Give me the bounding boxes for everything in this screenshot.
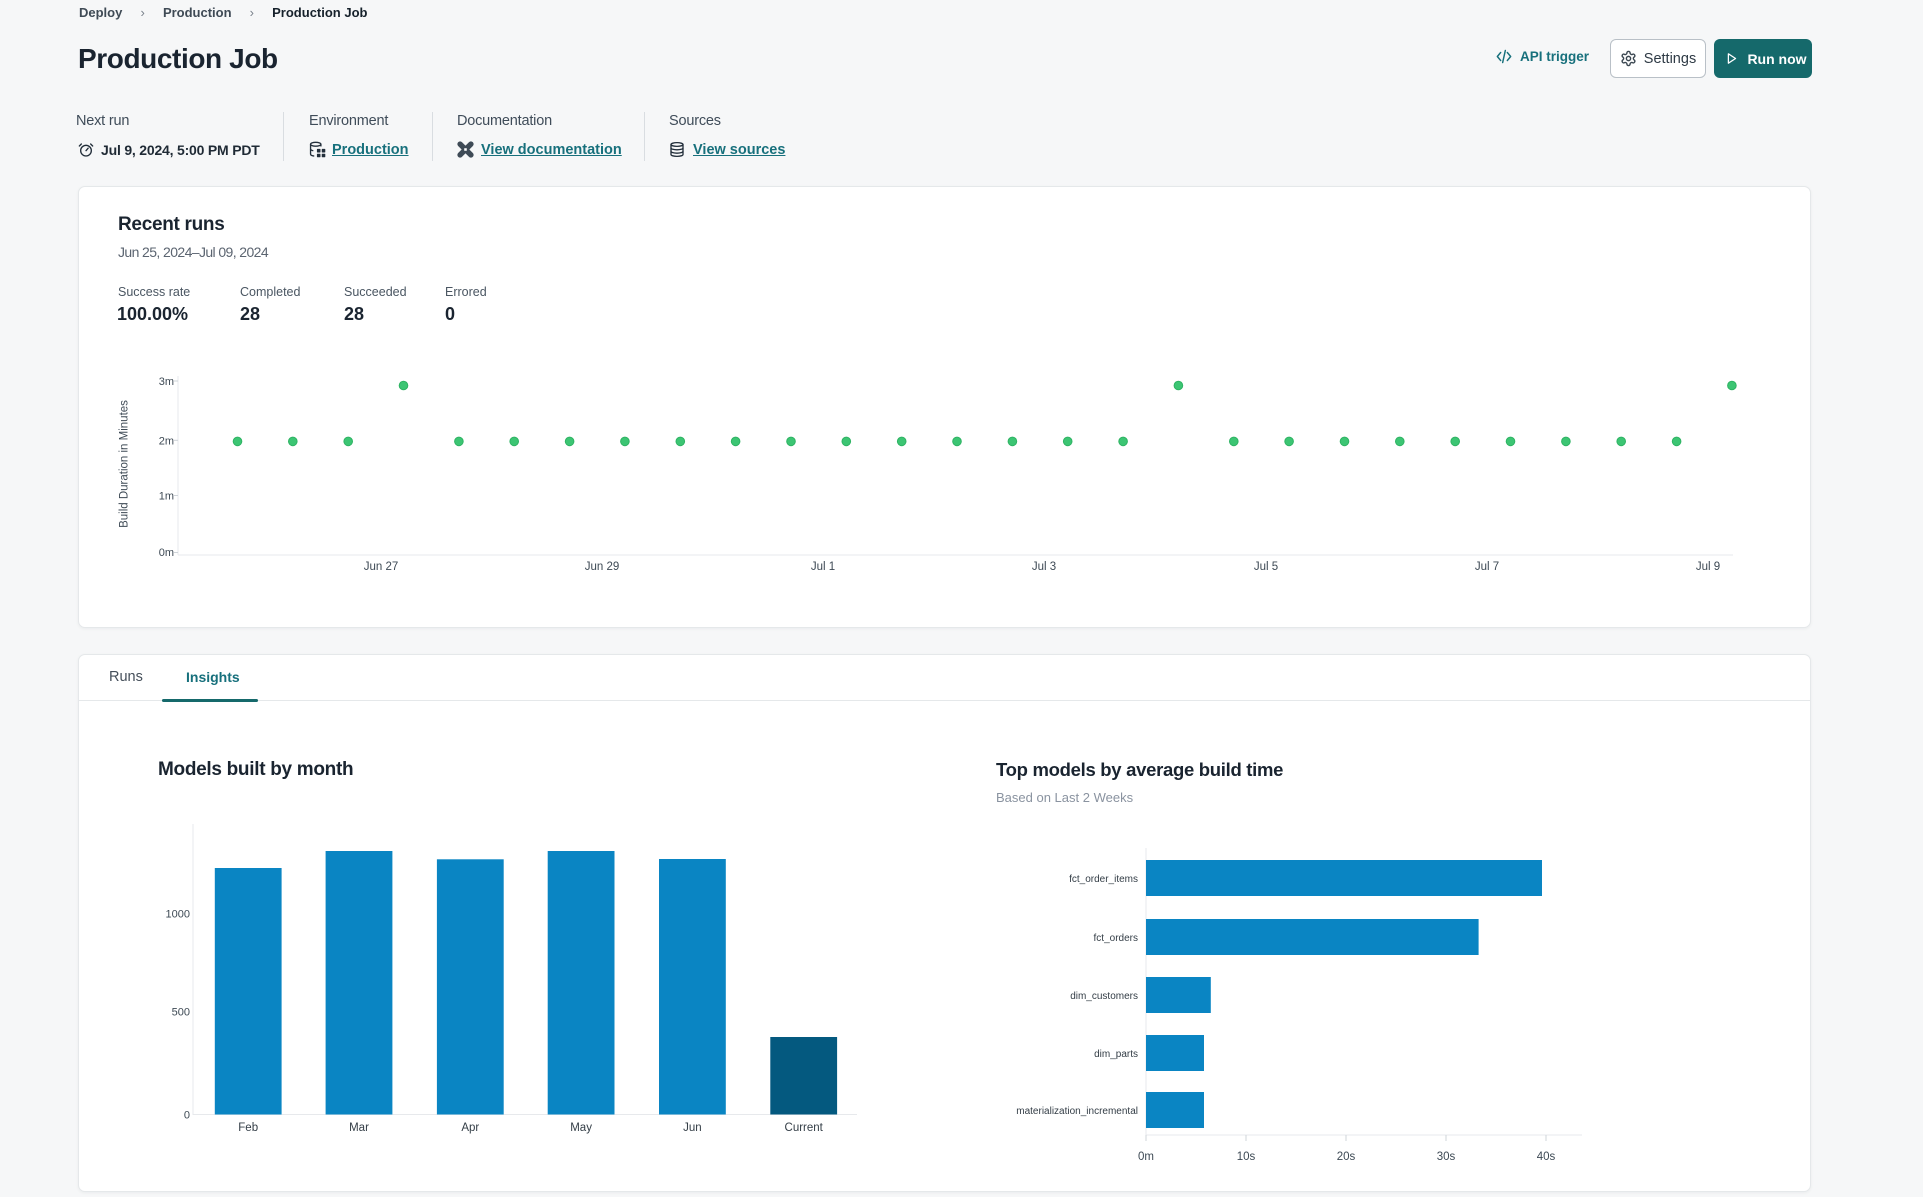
svg-text:fct_order_items: fct_order_items	[1069, 874, 1138, 885]
svg-text:Current: Current	[785, 1122, 824, 1134]
svg-text:1000: 1000	[166, 909, 190, 921]
svg-text:dim_customers: dim_customers	[1070, 991, 1138, 1002]
svg-text:Jul 1: Jul 1	[811, 561, 835, 573]
svg-text:Feb: Feb	[238, 1122, 258, 1134]
svg-text:40s: 40s	[1537, 1151, 1556, 1163]
svg-text:May: May	[570, 1122, 592, 1134]
svg-text:20s: 20s	[1337, 1151, 1356, 1163]
svg-text:Jul 7: Jul 7	[1475, 561, 1499, 573]
svg-text:dim_parts: dim_parts	[1094, 1049, 1138, 1060]
svg-text:Mar: Mar	[349, 1122, 369, 1134]
svg-text:Jun: Jun	[683, 1122, 702, 1134]
svg-text:fct_orders: fct_orders	[1094, 933, 1138, 944]
svg-text:Jul 3: Jul 3	[1032, 561, 1056, 573]
svg-text:Apr: Apr	[461, 1122, 479, 1134]
svg-text:30s: 30s	[1437, 1151, 1456, 1163]
svg-text:10s: 10s	[1237, 1151, 1256, 1163]
svg-text:500: 500	[172, 1007, 190, 1019]
svg-text:0m: 0m	[159, 547, 174, 559]
svg-text:Jun 27: Jun 27	[364, 561, 399, 573]
svg-text:Jul 9: Jul 9	[1696, 561, 1720, 573]
svg-text:0: 0	[184, 1110, 190, 1122]
svg-text:Jul 5: Jul 5	[1254, 561, 1278, 573]
svg-text:materialization_incremental: materialization_incremental	[1016, 1106, 1138, 1117]
svg-text:3m: 3m	[159, 376, 174, 388]
svg-text:Jun 29: Jun 29	[585, 561, 620, 573]
svg-text:0m: 0m	[1138, 1151, 1154, 1163]
svg-text:2m: 2m	[159, 435, 174, 447]
svg-text:Build Duration in Minutes: Build Duration in Minutes	[119, 400, 131, 528]
svg-text:1m: 1m	[159, 491, 174, 503]
